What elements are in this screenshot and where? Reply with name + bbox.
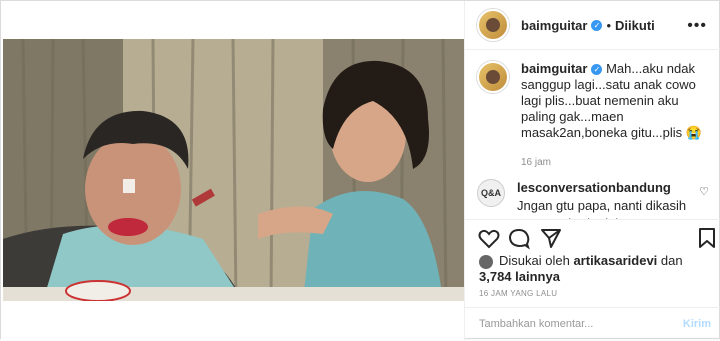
small-heart-icon[interactable]: ♡ [699,185,709,198]
post-timestamp[interactable]: 16 JAM YANG LALU [479,289,557,298]
post-comment-button[interactable]: Kirim [683,318,711,330]
post-photo[interactable] [3,39,464,301]
post-header: baimguitar ✓ • Diikuti ••• [465,1,720,50]
comment-item: Q&A lesconversationbandung Jngan gtu pap… [477,179,709,219]
likes-summary: Disukai oleh artikasaridevi dan 3,784 la… [479,253,709,285]
caption-username[interactable]: baimguitar [521,61,587,76]
post-sidebar: baimguitar ✓ • Diikuti ••• baimguitar ✓ M… [464,1,720,340]
likes-and: dan [660,253,683,268]
caption-avatar[interactable] [477,61,509,93]
bookmark-icon[interactable] [695,226,719,250]
verified-icon: ✓ [591,19,603,31]
user-avatar[interactable] [477,9,509,41]
liker-avatar[interactable] [479,254,493,269]
caption-time[interactable]: 16 jam [521,155,709,171]
separator-dot: • [606,17,612,33]
comment-input[interactable]: Tambahkan komentar... [479,318,593,330]
more-options-icon[interactable]: ••• [687,17,707,35]
share-icon[interactable] [539,226,563,250]
verified-icon: ✓ [591,64,603,76]
follow-status-button[interactable]: Diikuti [615,18,655,33]
liker-username[interactable]: artikasaridevi [573,253,657,268]
post-media [1,1,464,340]
comment-icon[interactable] [507,226,531,250]
commenter-avatar[interactable]: Q&A [477,179,505,207]
post-window: baimguitar ✓ • Diikuti ••• baimguitar ✓ M… [0,0,720,340]
comment-text: Jngan gtu papa, nanti dikasih cowo yg be… [517,198,687,219]
likes-prefix: Disukai oleh [499,253,570,268]
comment-username[interactable]: lesconversationbandung [517,180,671,195]
header-username[interactable]: baimguitar [521,18,587,33]
photo-illustration [3,39,464,301]
post-caption: baimguitar ✓ Mah...aku ndak sanggup lagi.… [477,61,709,171]
add-comment-bar: Tambahkan komentar... Kirim [465,307,720,341]
heart-icon[interactable] [477,226,501,250]
likes-count[interactable]: 3,784 lainnya [479,269,560,284]
